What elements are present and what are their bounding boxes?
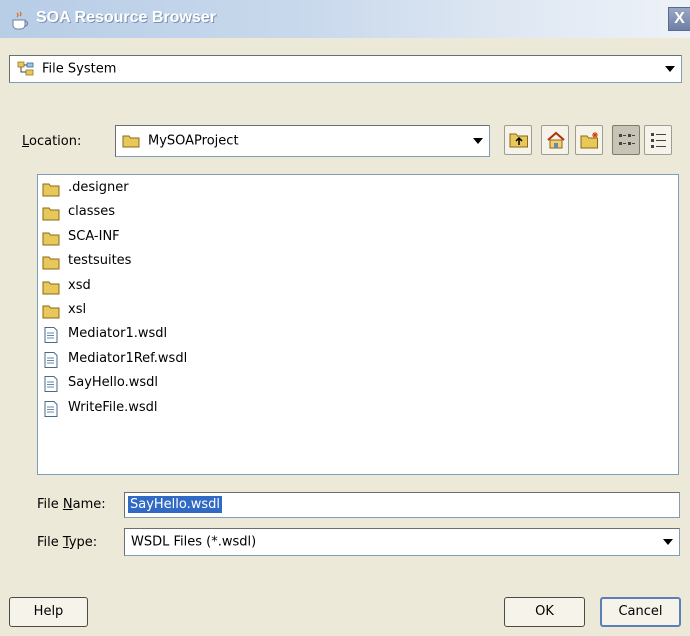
item-name: SayHello.wsdl (68, 375, 159, 391)
file-list-item[interactable]: Mediator1.wsdl (42, 323, 342, 347)
new-folder-icon (580, 132, 598, 149)
file-name-value[interactable]: SayHello.wsdl (128, 496, 223, 513)
file-list-item[interactable]: SayHello.wsdl (42, 372, 342, 396)
chevron-down-icon[interactable] (665, 66, 675, 72)
help-button[interactable]: Help (9, 597, 88, 627)
item-name: SCA-INF (68, 228, 120, 244)
file-name-label: File Name: (37, 497, 106, 512)
folder-icon (42, 254, 60, 270)
location-value: MySOAProject (148, 133, 239, 149)
document-icon (42, 327, 60, 344)
item-name: Mediator1Ref.wsdl (68, 350, 188, 366)
document-icon (42, 400, 60, 417)
list-view-button[interactable] (612, 125, 640, 155)
document-icon (42, 351, 60, 368)
file-system-icon (17, 61, 34, 76)
file-type-value: WSDL Files (*.wsdl) (131, 534, 257, 550)
close-button[interactable]: X (668, 7, 690, 31)
up-folder-button[interactable] (504, 125, 532, 155)
chevron-down-icon[interactable] (663, 539, 673, 545)
new-folder-button[interactable] (575, 125, 603, 155)
details-view-icon (651, 133, 666, 148)
folder-icon (42, 230, 60, 246)
folder-list-item[interactable]: classes (42, 201, 342, 225)
item-name: testsuites (68, 253, 132, 269)
window-title: SOA Resource Browser (36, 9, 216, 26)
ok-button[interactable]: OK (504, 597, 585, 627)
up-folder-icon (509, 133, 528, 148)
resource-source-select[interactable]: File System (9, 55, 682, 83)
folder-list-item[interactable]: xsl (42, 299, 342, 323)
folder-icon (42, 279, 60, 295)
item-name: .designer (68, 180, 129, 195)
file-type-label: File Type: (37, 535, 98, 550)
soa-resource-browser-dialog: SOA Resource Browser X File System Locat… (0, 0, 690, 636)
chevron-down-icon[interactable] (473, 138, 483, 144)
folder-icon (42, 303, 60, 319)
file-list-item[interactable]: WriteFile.wsdl (42, 397, 342, 421)
file-list-item[interactable]: Mediator1Ref.wsdl (42, 348, 342, 372)
resource-source-value: File System (42, 61, 117, 77)
java-cup-icon (12, 11, 29, 30)
file-list[interactable]: .designer classes SCA-INF testsuites xsd xsl M… (37, 174, 679, 475)
file-name-input[interactable]: SayHello.wsdl (124, 492, 680, 518)
list-view-icon (619, 134, 635, 145)
cancel-button[interactable]: Cancel (600, 597, 681, 627)
item-name: classes (68, 204, 116, 220)
home-icon (547, 131, 565, 149)
item-name: xsl (68, 302, 87, 317)
folder-icon (42, 205, 60, 221)
details-view-button[interactable] (644, 125, 672, 155)
home-folder-button[interactable] (541, 125, 569, 155)
document-icon (42, 376, 60, 393)
folder-list-item[interactable]: SCA-INF (42, 226, 342, 250)
close-icon: X (674, 10, 685, 27)
folder-list-item[interactable]: xsd (42, 275, 342, 299)
file-type-select[interactable]: WSDL Files (*.wsdl) (124, 528, 680, 556)
folder-list-item[interactable]: .designer (42, 177, 342, 201)
folder-list-item[interactable]: testsuites (42, 250, 342, 274)
item-name: WriteFile.wsdl (68, 399, 158, 415)
item-name: Mediator1.wsdl (68, 326, 168, 342)
location-label: Location: (22, 134, 82, 149)
item-name: xsd (68, 277, 91, 293)
location-select[interactable]: MySOAProject (115, 125, 490, 157)
folder-icon (122, 135, 140, 148)
folder-icon (42, 181, 60, 197)
title-bar[interactable]: SOA Resource Browser X (0, 0, 690, 38)
